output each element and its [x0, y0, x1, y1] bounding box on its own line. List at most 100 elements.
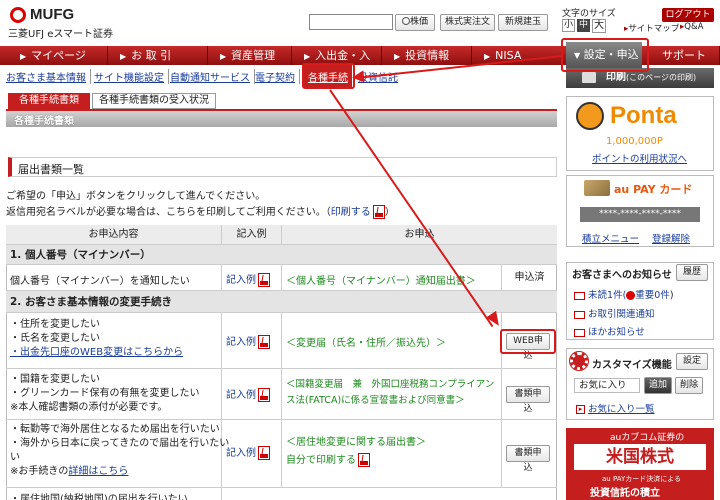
row1-form: ＜個人番号（マイナンバー）通知届出書＞	[282, 265, 502, 290]
mail-icon	[574, 328, 585, 337]
notice-item-3[interactable]: ほかお知らせ	[574, 324, 645, 338]
stock-order-button[interactable]: 株式実注文	[440, 14, 495, 31]
aupay-logo: au PAY カード	[614, 183, 693, 196]
subnav-auto-notify[interactable]: 自動通知サービス	[170, 69, 255, 84]
example-link[interactable]: 記入例	[226, 275, 256, 286]
card-reg-link[interactable]: 積立メニュー	[582, 231, 639, 245]
row2-form: ＜変更届（氏名・住所／振込先）＞	[282, 313, 502, 368]
header-example: 記入例	[222, 225, 282, 244]
intro-text-1: ご希望の「申込」ボタンをクリックして進んでください。	[6, 191, 266, 202]
notice-item-2[interactable]: お取引関連通知	[574, 306, 655, 320]
card-cancel-link[interactable]: 登録解除	[652, 231, 690, 245]
notice-history-button[interactable]: 履歴	[676, 264, 708, 281]
nav-trade[interactable]: ▶ お 取 引	[108, 46, 208, 65]
header-content: お申込内容	[6, 225, 222, 244]
logout-button[interactable]: ログアウト	[662, 8, 714, 22]
banner-title: 米国株式	[574, 444, 706, 470]
ponta-usage-link[interactable]: ポイントの利用状況へ	[592, 151, 687, 165]
print-label-link[interactable]: 印刷する	[331, 207, 371, 218]
row4-content: ・転勤等で海外居住となるため届出を行いたい ・海外から日本に戻ってきたので届出を…	[6, 420, 230, 487]
mufg-logo[interactable]: MUFG 三菱UFJ eスマート証券	[8, 5, 148, 40]
row3-line: ・グリーンカード保有の有無を変更したい	[10, 388, 200, 399]
row3-example[interactable]: 記入例	[222, 369, 282, 419]
row1-example[interactable]: 記入例	[222, 265, 282, 290]
row4-note: ※お手続きの詳細はこちら	[10, 466, 129, 477]
doc-apply-button-residence[interactable]: 書類申込	[506, 445, 550, 473]
important-icon	[626, 291, 636, 300]
row4-line: ・海外から日本に戻ってきたので届出を行いたい	[10, 438, 230, 449]
banner-foot-2: 投資信託の積立	[590, 488, 660, 499]
row3-note: ※本人確認書類の添付が必要です。	[10, 402, 168, 413]
sitemap-link[interactable]: ▸サイトマップ	[624, 22, 679, 34]
row1-status: 申込済	[514, 272, 545, 283]
subnav-basic-info[interactable]: お客さま基本情報	[6, 69, 91, 84]
web-change-link[interactable]: ・出金先口座のWEB変更はこちらから	[10, 347, 183, 358]
pdf-icon	[258, 273, 270, 287]
font-large-button[interactable]: 大	[592, 19, 606, 33]
triangle-right-icon: ▶	[120, 52, 127, 61]
triangle-right-icon: ▶	[484, 52, 491, 61]
notice-title: お客さまへのお知らせ	[572, 270, 672, 281]
chevron-right-icon: ▸	[576, 405, 585, 414]
details-link[interactable]: 詳細はこちら	[68, 466, 128, 477]
card-number-field: ****-****-****-****	[580, 207, 700, 222]
font-medium-button[interactable]: 中	[577, 19, 590, 32]
nav-assets[interactable]: ▶ 資産管理	[208, 46, 292, 65]
stock-price-button[interactable]: 株価	[395, 14, 435, 31]
table-row: 個人番号（マイナンバー）を通知したい 記入例 ＜個人番号（マイナンバー）通知届出…	[6, 265, 557, 291]
banner-foot-1: au PAYカード決済による	[602, 475, 682, 483]
notice-item-1[interactable]: 未読1件(重要0件)	[574, 287, 674, 301]
section-title-box	[8, 157, 557, 177]
example-link[interactable]: 記入例	[226, 337, 256, 348]
stock-search-input[interactable]	[309, 14, 393, 30]
row4-example[interactable]: 記入例	[222, 420, 282, 487]
page-bar-title: 各種手続書類	[14, 116, 74, 127]
highlight-web-apply-box	[500, 329, 556, 354]
customize-title: カスタマイズ機能	[592, 360, 672, 371]
row4-form: ＜居住地変更に関する届出書＞ 自分で印刷する	[282, 420, 502, 487]
favorites-label: お気に入り	[574, 378, 640, 393]
font-size-label: 文字のサイズ	[562, 9, 616, 19]
tab-receipt-status[interactable]: 各種手続書類の受入状況	[92, 93, 216, 109]
magnifier-icon	[401, 17, 410, 25]
mail-icon	[574, 291, 585, 300]
company-name: 三菱UFJ eスマート証券	[8, 29, 114, 40]
nav-support[interactable]: サポート	[646, 46, 720, 65]
font-small-button[interactable]: 小	[562, 19, 575, 32]
nav-investment-info[interactable]: ▶ 投資情報	[382, 46, 472, 65]
example-link[interactable]: 記入例	[226, 390, 256, 401]
row1-content: 個人番号（マイナンバー）を通知したい	[6, 265, 222, 290]
subnav-site-settings[interactable]: サイト機能設定	[94, 69, 169, 84]
new-position-button[interactable]: 新規建玉	[498, 14, 548, 31]
row3-form: ＜国籍変更届 兼 外国口座税務コンプライアン ス法(FATCA)に係る宣誓書およ…	[282, 369, 502, 419]
row3-form-line: ＜国籍変更届 兼 外国口座税務コンプライアン	[286, 379, 495, 390]
self-print-link[interactable]: 自分で印刷する	[286, 455, 356, 466]
ponta-mascot-icon	[576, 102, 604, 130]
row2-content: ・住所を変更したい ・氏名を変更したい ・出金先口座のWEB変更はこちらから	[6, 313, 222, 368]
pdf-icon	[358, 453, 370, 467]
section-row-mynumber: 1. 個人番号（マイナンバー）	[6, 245, 557, 265]
row3-form-line: ス法(FATCA)に係る宣誓書および同意書＞	[286, 395, 465, 406]
ponta-logo: Ponta	[610, 102, 677, 129]
nav-mypage[interactable]: ▶ マイページ	[8, 46, 108, 65]
table-header: お申込内容 記入例 お申込	[6, 225, 557, 245]
subnav-e-contract[interactable]: 電子契約	[255, 69, 300, 84]
row2-line: ・氏名を変更したい	[10, 333, 100, 344]
favorites-add-button[interactable]: 追加	[644, 377, 672, 394]
row5-content: ・居住地国(納税地国)の届出を行いたい	[6, 488, 222, 500]
page-bar	[6, 109, 557, 127]
triangle-right-icon: ▶	[394, 52, 401, 61]
table-row: ・住所を変更したい ・氏名を変更したい ・出金先口座のWEB変更はこちらから 記…	[6, 313, 557, 369]
customize-settings-button[interactable]: 設定	[676, 353, 708, 370]
example-link[interactable]: 記入例	[226, 448, 256, 459]
qa-link[interactable]: ▸Q&A	[680, 22, 703, 32]
favorites-delete-button[interactable]: 削除	[675, 377, 703, 394]
row2-example[interactable]: 記入例	[222, 313, 282, 368]
doc-apply-button-fatca[interactable]: 書類申込	[506, 386, 550, 414]
favorites-list-link[interactable]: ▸ お気に入り一覧	[576, 401, 655, 415]
row4-line: ・転勤等で海外居住となるため届出を行いたい	[10, 424, 220, 435]
tab-procedure-docs[interactable]: 各種手続書類	[8, 93, 90, 109]
gear-icon	[569, 351, 589, 371]
logo-text: MUFG	[30, 6, 75, 23]
row3-line: ・国籍を変更したい	[10, 374, 100, 385]
